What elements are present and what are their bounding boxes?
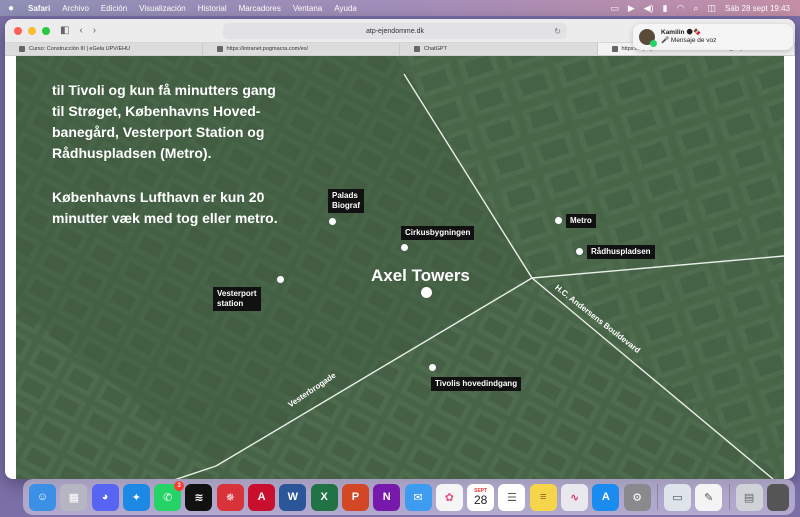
textedit-icon[interactable]: ✎ [695,483,723,511]
calendar-day: 28 [473,492,488,507]
fullscreen-window-button[interactable] [42,26,50,35]
poi-label-radhus: Rådhuspladsen [587,245,655,259]
menu-bar: ● Safari Archivo Edición Visualización H… [0,0,800,16]
intranet-favicon-icon [216,46,223,52]
menu-edicion[interactable]: Edición [95,4,133,13]
desktop-thumbnail-icon[interactable] [766,483,789,511]
menu-marcadores[interactable]: Marcadores [233,4,287,13]
poi-dot-cirkus [401,244,408,251]
notification-message: 🎤 Mensaje de voz [661,37,717,44]
whatsapp-unread-badge: 3 [174,480,185,491]
autocad-icon[interactable]: A [248,483,276,511]
poi-label-cirkus: Cirkusbygningen [401,226,475,240]
axel-towers-map: til Tivoli og kun få minutters gang til … [16,56,784,479]
poi-label-metro: Metro [566,214,596,228]
photos-icon[interactable]: ✿ [435,483,463,511]
tab-egela[interactable]: Curso: Construcción III | eGela UPV/EHU [5,43,203,55]
dock-separator-2 [728,484,730,510]
avatar [639,29,657,47]
word-icon[interactable]: W [279,483,307,511]
airport-text: Københavns Lufthavn er kun 20 minutter v… [52,189,278,226]
playback-icon[interactable]: ▶ [628,3,635,14]
address-bar[interactable]: atp-ejendomme.dk ↻ [223,23,567,39]
poi-dot-radhus [576,248,583,255]
poi-label-vesterport: Vesterport station [213,287,261,311]
forward-icon[interactable]: › [93,25,96,36]
clock[interactable]: Sáb 28 sept 19:43 [725,4,790,13]
poi-dot-vesterport [277,276,284,283]
spotify-icon[interactable]: ≋ [185,483,213,511]
launchpad-icon[interactable]: ▦ [60,483,88,511]
system-settings-icon[interactable]: ⚙ [623,483,651,511]
pdf-favicon-icon [611,46,618,52]
excel-icon[interactable]: X [310,483,338,511]
tab-intranet[interactable]: https://intranet.pogmacra.com/es/ [203,43,400,55]
sidebar-toggle-icon[interactable]: ◧ [60,25,69,36]
tab-chatgpt[interactable]: ChatGPT [400,43,598,55]
menu-ventana[interactable]: Ventana [287,4,328,13]
back-icon[interactable]: ‹ [79,25,82,36]
whatsapp-icon[interactable]: ✆ 3 [154,480,185,511]
menu-archivo[interactable]: Archivo [56,4,95,13]
poi-label-tivoli: Tivolis hovedindgang [431,377,522,391]
powerpoint-icon[interactable]: P [341,483,369,511]
whatsapp-badge-icon [650,40,657,47]
search-icon[interactable]: ⌕ [693,3,698,14]
chatgpt-favicon-icon [414,46,420,52]
volume-icon[interactable]: ◀) [644,3,654,14]
menu-safari[interactable]: Safari [22,4,56,13]
wifi-icon[interactable]: ◠ [677,3,685,14]
safari-icon[interactable]: ✦ [122,483,150,511]
preview-icon[interactable]: ▭ [663,483,691,511]
egela-favicon-icon [19,46,25,52]
activity-icon[interactable]: ∿ [561,483,589,511]
minimize-window-button[interactable] [28,26,36,35]
mail-icon[interactable]: ✉ [404,483,432,511]
menu-historial[interactable]: Historial [192,4,233,13]
dock: ☺ ▦ ◕ ✦ ✆ 3 ≋ ✵ A W X P N ✉ ✿ SEPT 28 ☰ ≡… [23,479,795,515]
notes-icon[interactable]: ≡ [529,483,557,511]
trash-icon[interactable]: ▤ [735,483,763,511]
menu-visualizacion[interactable]: Visualización [133,4,192,13]
app-store-icon[interactable]: A [592,483,620,511]
axel-towers-title: Axel Towers [371,266,470,285]
finder-icon[interactable]: ☺ [29,483,56,511]
calendar-icon[interactable]: SEPT 28 [467,483,495,511]
poi-dot-palads [329,218,336,225]
address-text: atp-ejendomme.dk [366,27,424,35]
reload-icon[interactable]: ↻ [554,27,561,36]
onenote-icon[interactable]: N [373,483,401,511]
poi-dot-axel-towers [421,287,432,298]
settings-gear-icon[interactable]: ✵ [216,483,244,511]
poi-dot-tivoli [429,364,436,371]
intro-text: til Tivoli og kun få minutters gang til … [52,82,276,161]
safari-window: ◧ ‹ › atp-ejendomme.dk ↻ Curso: Construc… [5,19,795,479]
menu-ayuda[interactable]: Ayuda [328,4,363,13]
dock-separator [656,484,658,510]
apple-icon[interactable]: ● [0,3,22,14]
whatsapp-notification[interactable]: Kamilin 🌑🍫 🎤 Mensaje de voz [633,24,793,50]
screen-mirror-icon[interactable]: ▭ [610,3,619,14]
poi-label-palads: Palads Biograf [328,189,364,213]
battery-icon[interactable]: ▮ [663,3,668,14]
poi-dot-metro [555,217,562,224]
status-area: ▭ ▶ ◀) ▮ ◠ ⌕ ◫ Sáb 28 sept 19:43 [610,3,800,14]
reminders-icon[interactable]: ☰ [498,483,526,511]
close-window-button[interactable] [14,26,22,35]
control-center-icon[interactable]: ◫ [708,3,717,14]
notification-sender: Kamilin 🌑🍫 [661,29,702,36]
discord-icon[interactable]: ◕ [91,483,119,511]
